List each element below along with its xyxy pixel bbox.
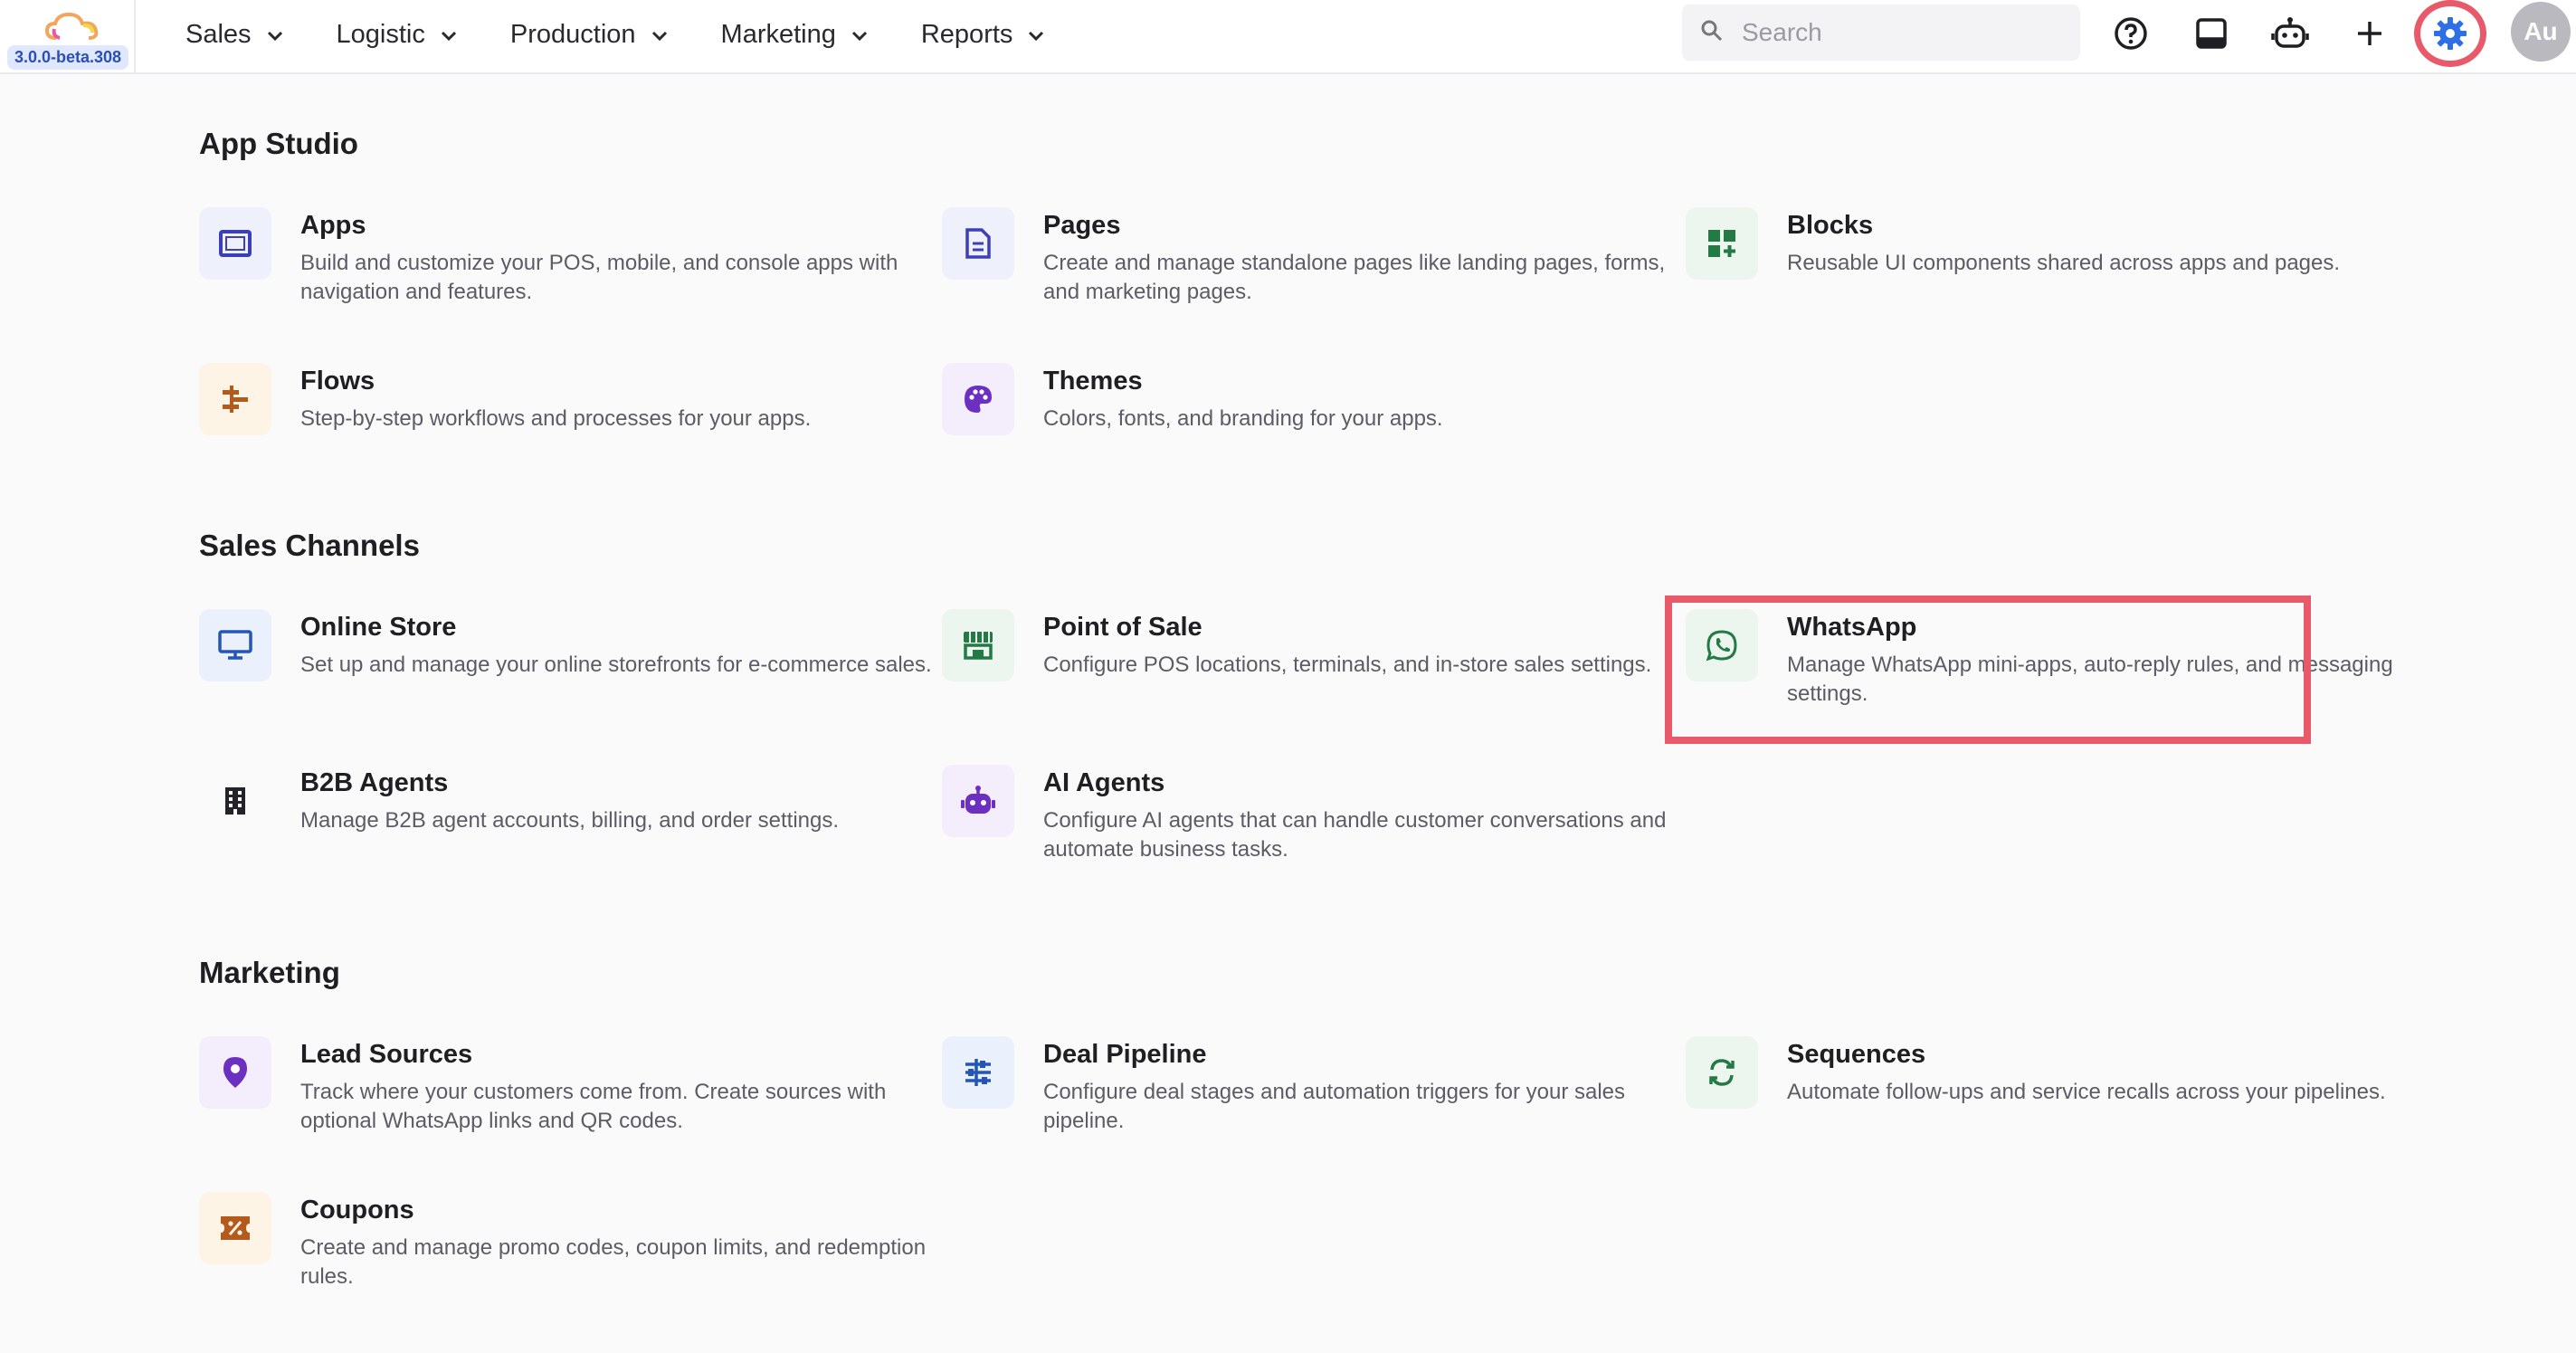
card-title: Apps: [300, 211, 366, 240]
chevron-down-icon: [651, 20, 669, 50]
settings-button[interactable]: [2414, 0, 2486, 67]
user-avatar[interactable]: Au: [2511, 2, 2571, 62]
pipeline-icon: [942, 1036, 1014, 1109]
nav-marketing[interactable]: Marketing: [721, 20, 869, 50]
card-sequences[interactable]: Sequences Automate follow-ups and servic…: [1686, 1036, 2410, 1163]
nav-sales[interactable]: Sales: [185, 20, 284, 50]
card-flows[interactable]: Flows Step-by-step workflows and process…: [199, 363, 923, 490]
chevron-down-icon: [1027, 20, 1045, 50]
section-title-marketing: Marketing: [199, 956, 340, 989]
card-title: Themes: [1043, 367, 1143, 395]
search-box[interactable]: [1682, 5, 2080, 61]
logo[interactable]: 3.0.0-beta.308: [0, 0, 136, 74]
search-icon: [1700, 19, 1724, 47]
cloud-logo-icon: [44, 12, 99, 40]
card-title: AI Agents: [1043, 768, 1165, 797]
location-pin-icon: [199, 1036, 271, 1109]
robot-icon: [942, 765, 1014, 837]
card-title: Lead Sources: [300, 1040, 473, 1069]
nav-label: Logistic: [336, 19, 425, 49]
version-badge: 3.0.0-beta.308: [7, 45, 129, 70]
nav-label: Production: [509, 19, 636, 49]
app-window-icon: [199, 207, 271, 280]
card-description: Reusable UI components shared across app…: [1787, 251, 2341, 275]
card-description: Configure POS locations, terminals, and …: [1043, 653, 1652, 677]
card-title: Pages: [1043, 211, 1121, 240]
gear-icon: [2434, 17, 2467, 50]
nav-label: Sales: [185, 19, 252, 49]
card-blocks[interactable]: Blocks Reusable UI components shared acr…: [1686, 207, 2410, 334]
chevron-down-icon: [266, 20, 284, 50]
card-coupons[interactable]: Coupons Create and manage promo codes, c…: [199, 1192, 926, 1319]
ai-assistant-button[interactable]: [2269, 13, 2311, 54]
help-button[interactable]: [2110, 13, 2152, 54]
main-nav: Sales Logistic Production Marketing Repo…: [185, 0, 1098, 69]
inbox-button[interactable]: [2191, 13, 2232, 54]
help-icon: [2115, 17, 2147, 50]
card-title: Sequences: [1787, 1040, 1926, 1069]
robot-icon: [2271, 17, 2309, 48]
card-description: Step-by-step workflows and processes for…: [300, 406, 812, 431]
blocks-icon: [1686, 207, 1758, 280]
palette-icon: [942, 363, 1014, 435]
card-pages[interactable]: Pages Create and manage standalone pages…: [942, 207, 1666, 334]
card-title: Deal Pipeline: [1043, 1040, 1207, 1069]
building-icon: [199, 765, 271, 837]
flow-icon: [199, 363, 271, 435]
section-title-app-studio: App Studio: [199, 127, 358, 160]
add-button[interactable]: [2349, 13, 2391, 54]
card-description: Manage B2B agent accounts, billing, and …: [300, 808, 840, 833]
document-icon: [942, 207, 1014, 280]
plus-icon: [2358, 22, 2381, 45]
monitor-icon: [199, 609, 271, 681]
chevron-down-icon: [851, 20, 869, 50]
inbox-icon: [2196, 18, 2227, 49]
storefront-icon: [942, 609, 1014, 681]
card-title: Online Store: [300, 613, 457, 642]
card-description: Create and manage standalone pages like …: [1043, 251, 1666, 304]
nav-production[interactable]: Production: [510, 20, 669, 50]
refresh-icon: [1686, 1036, 1758, 1109]
nav-label: Marketing: [720, 19, 836, 49]
highlight-box: [1665, 596, 2311, 744]
card-ai-agents[interactable]: AI Agents Configure AI agents that can h…: [942, 765, 1666, 891]
card-title: B2B Agents: [300, 768, 449, 797]
card-title: Coupons: [300, 1196, 414, 1224]
card-description: Colors, fonts, and branding for your app…: [1043, 406, 1443, 431]
card-apps[interactable]: Apps Build and customize your POS, mobil…: [199, 207, 923, 334]
card-description: Configure AI agents that can handle cust…: [1043, 808, 1667, 862]
card-title: Blocks: [1787, 211, 1874, 240]
chevron-down-icon: [440, 20, 458, 50]
search-input[interactable]: [1742, 18, 2049, 47]
card-lead-sources[interactable]: Lead Sources Track where your customers …: [199, 1036, 923, 1163]
card-b2b-agents[interactable]: B2B Agents Manage B2B agent accounts, bi…: [199, 765, 923, 891]
card-point-of-sale[interactable]: Point of Sale Configure POS locations, t…: [942, 609, 1666, 736]
card-description: Create and manage promo codes, coupon li…: [300, 1235, 927, 1289]
card-description: Build and customize your POS, mobile, an…: [300, 251, 898, 304]
nav-reports[interactable]: Reports: [921, 20, 1046, 50]
card-description: Configure deal stages and automation tri…: [1043, 1080, 1626, 1133]
card-deal-pipeline[interactable]: Deal Pipeline Configure deal stages and …: [942, 1036, 1666, 1163]
card-description: Track where your customers come from. Cr…: [300, 1080, 887, 1133]
card-description: Set up and manage your online storefront…: [300, 653, 932, 677]
nav-label: Reports: [920, 19, 1013, 49]
card-title: Point of Sale: [1043, 613, 1202, 642]
top-bar: 3.0.0-beta.308 Sales Logistic Production…: [0, 0, 2576, 74]
card-title: Flows: [300, 367, 375, 395]
nav-logistic[interactable]: Logistic: [337, 20, 458, 50]
coupon-icon: [199, 1192, 271, 1264]
card-online-store[interactable]: Online Store Set up and manage your onli…: [199, 609, 932, 736]
card-description: Automate follow-ups and service recalls …: [1787, 1080, 2386, 1104]
section-title-sales-channels: Sales Channels: [199, 529, 420, 562]
card-themes[interactable]: Themes Colors, fonts, and branding for y…: [942, 363, 1666, 490]
